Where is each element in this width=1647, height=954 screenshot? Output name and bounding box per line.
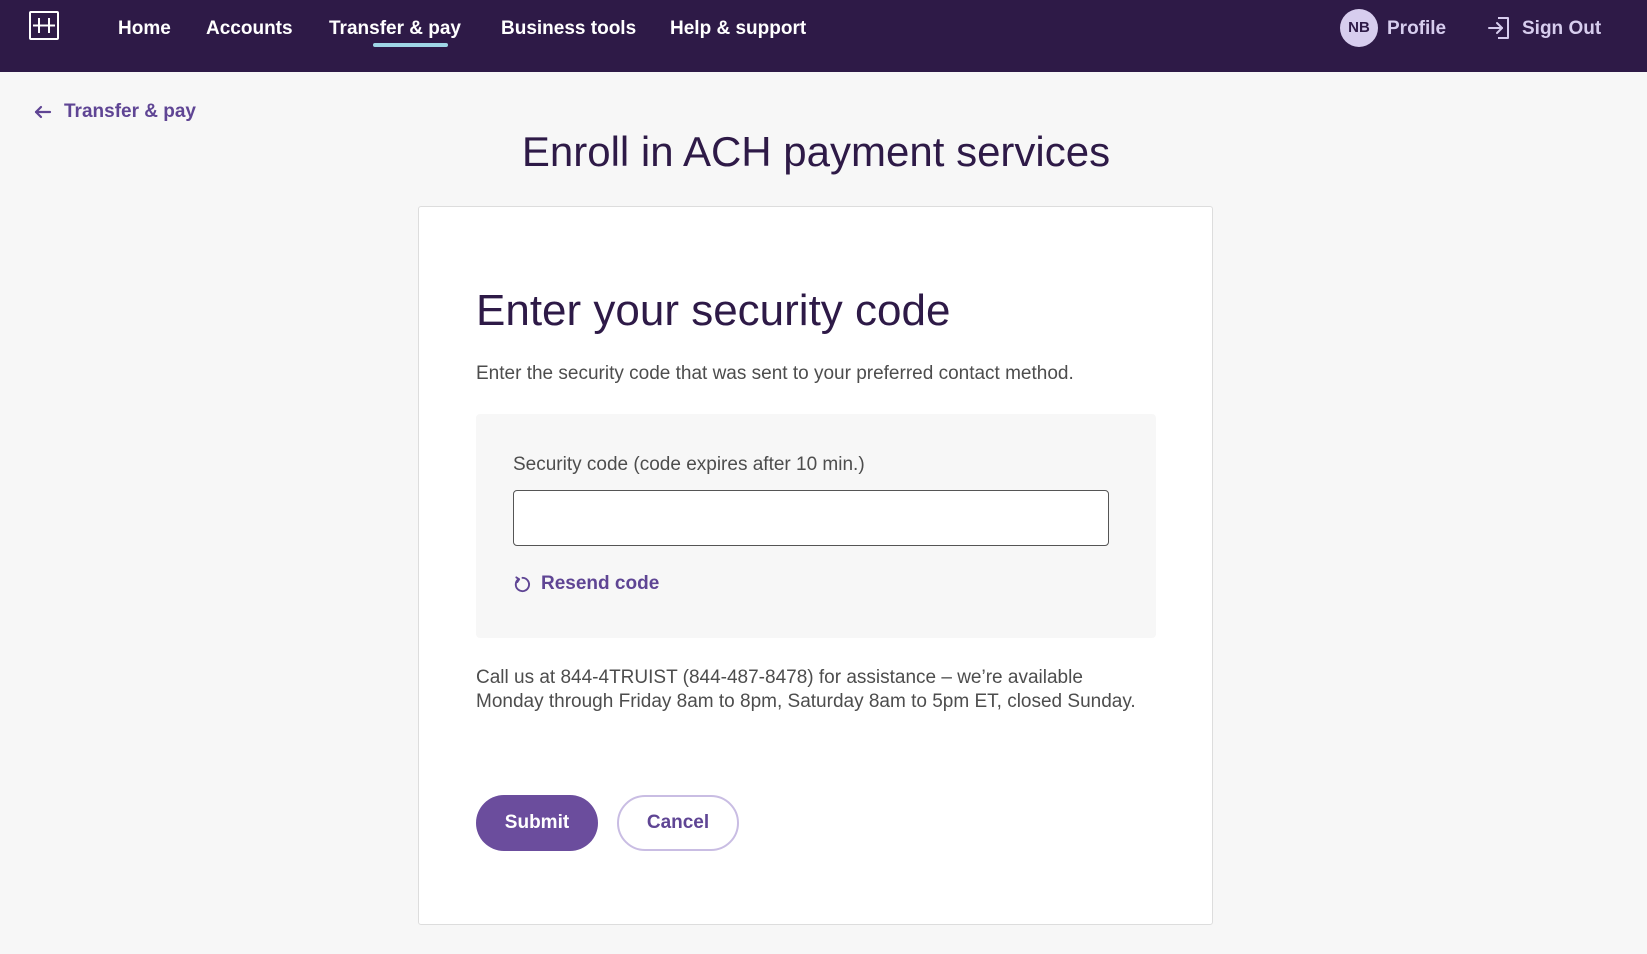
assistance-text: Call us at 844-4TRUIST (844-487-8478) fo… [476,667,1136,712]
submit-button[interactable]: Submit [476,795,598,851]
cancel-button[interactable]: Cancel [617,795,739,851]
nav-item-help-support[interactable]: Help & support [670,17,806,41]
sign-out-icon[interactable] [1486,15,1512,41]
page-title: Enroll in ACH payment services [521,128,1111,175]
active-nav-indicator [373,43,448,47]
bank-logo-icon[interactable] [29,11,59,40]
sign-out-link[interactable]: Sign Out [1522,17,1601,41]
nav-item-home[interactable]: Home [118,17,171,41]
security-code-input[interactable] [513,490,1109,546]
card-heading: Enter your security code [476,286,951,335]
nav-item-business-tools[interactable]: Business tools [501,17,636,41]
profile-link[interactable]: Profile [1387,17,1446,41]
security-code-card: Enter your security code Enter the secur… [418,206,1213,925]
arrow-left-icon [34,105,52,119]
top-navigation-bar: Home Accounts Transfer & pay Business to… [0,0,1647,72]
avatar[interactable]: NB [1340,9,1378,47]
resend-code-label: Resend code [541,573,660,594]
security-code-label: Security code (code expires after 10 min… [513,454,865,475]
refresh-icon [514,576,531,593]
security-code-panel: Security code (code expires after 10 min… [476,414,1156,638]
nav-item-transfer-pay[interactable]: Transfer & pay [329,17,461,41]
card-description: Enter the security code that was sent to… [476,363,1074,384]
nav-item-accounts[interactable]: Accounts [206,17,293,41]
back-link-label: Transfer & pay [64,101,196,122]
